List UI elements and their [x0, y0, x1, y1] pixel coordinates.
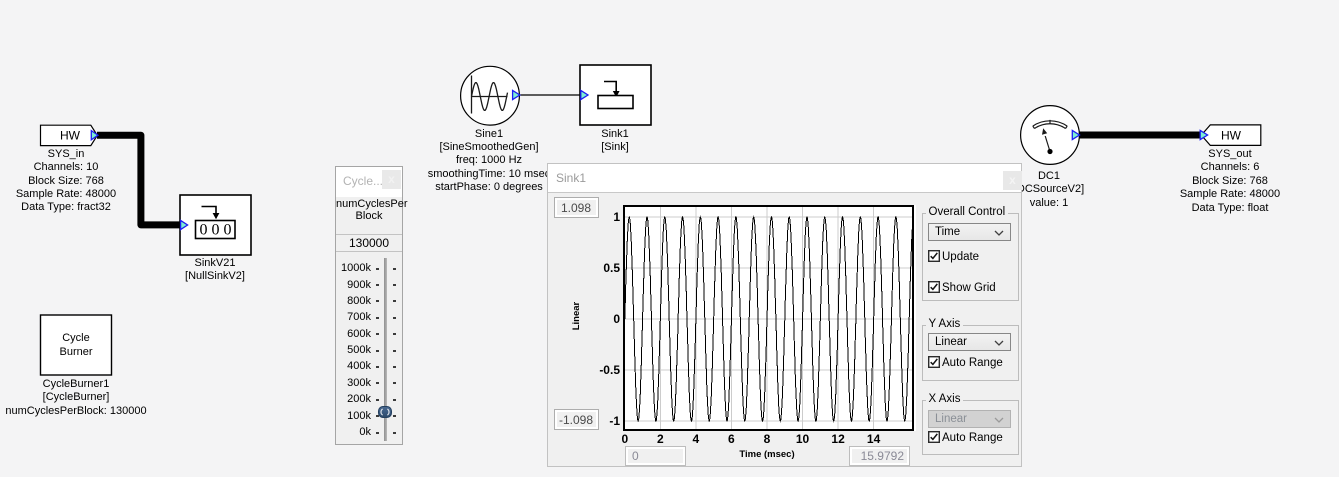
svg-text:0 0 0: 0 0 0 — [200, 222, 232, 239]
svg-text:HW: HW — [1221, 128, 1242, 142]
svg-text:HW: HW — [60, 129, 81, 143]
